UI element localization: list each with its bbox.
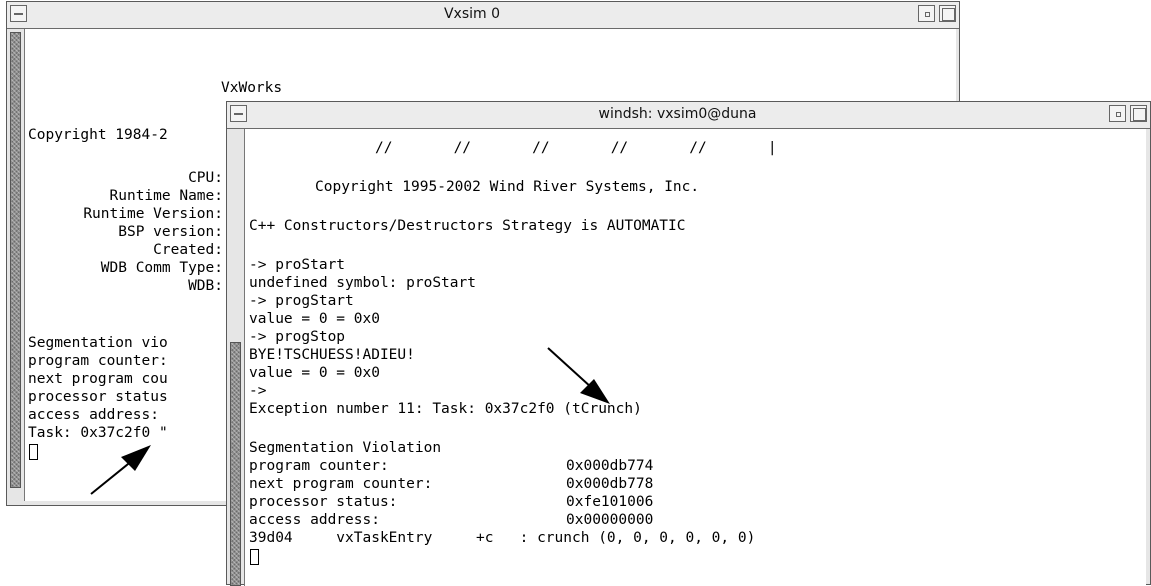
arrow-annotation-icon [90, 445, 151, 495]
console-line: access address: [249, 512, 380, 528]
vxsim-window-title: Vxsim 0 [443, 6, 501, 22]
console-value: 0x00000000 [566, 512, 654, 528]
console-line: value = 0 = 0x0 [249, 365, 380, 381]
console-line: -> proStart [249, 257, 346, 273]
minimize-icon[interactable] [1109, 105, 1126, 122]
console-value: 0x000db778 [566, 476, 654, 492]
console-line: processor status: [249, 494, 398, 510]
windsh-console[interactable]: // // // // // | Copyright 1995-2002 Win… [244, 129, 1146, 586]
console-line: program counter: [28, 353, 168, 369]
windsh-scrollbar[interactable] [230, 342, 241, 586]
console-line: -> [249, 383, 267, 399]
console-line: next program cou [28, 371, 168, 387]
console-label: Runtime Name: [109, 188, 224, 204]
console-value: 0x000db774 [566, 458, 654, 474]
windsh-titlebar[interactable]: windsh: vxsim0@duna [227, 102, 1150, 129]
console-line: -> progStart [249, 293, 354, 309]
vxsim-titlebar[interactable]: Vxsim 0 [7, 2, 959, 29]
maximize-icon[interactable] [1130, 105, 1147, 122]
window-menu-icon[interactable] [10, 5, 27, 22]
console-line: Segmentation Violation [249, 440, 442, 456]
console-line: Copyright 1984-2 [28, 127, 168, 143]
text-cursor [29, 444, 38, 460]
console-line: value = 0 = 0x0 [249, 311, 380, 327]
console-line: BYE!TSCHUESS!ADIEU! [249, 347, 415, 363]
console-line: Copyright 1995-2002 Wind River Systems, … [315, 179, 700, 195]
console-line: processor status [28, 389, 168, 405]
console-label: Runtime Version: [83, 206, 223, 222]
console-line: 39d04 vxTaskEntry +c : crunch (0, 0, 0, … [249, 530, 756, 546]
vxsim-scrollbar[interactable] [10, 32, 21, 488]
console-label: WDB Comm Type: [100, 260, 223, 276]
console-line: access address: [28, 407, 159, 423]
windsh-window-title: windsh: vxsim0@duna [598, 106, 757, 122]
console-label: BSP version: [118, 224, 223, 240]
window-menu-icon[interactable] [230, 105, 247, 122]
console-value: 0xfe101006 [566, 494, 654, 510]
console-line: program counter: [249, 458, 389, 474]
console-line: next program counter: [249, 476, 433, 492]
text-cursor [250, 549, 259, 565]
console-line: C++ Constructors/Destructors Strategy is… [249, 218, 686, 234]
console-line: undefined symbol: proStart [249, 275, 476, 291]
windsh-window[interactable]: windsh: vxsim0@duna // // // // // | Cop… [226, 101, 1151, 586]
console-line: // // // // // | [375, 140, 777, 156]
console-label: Created: [153, 242, 223, 258]
console-label: CPU: [188, 170, 223, 186]
console-line: VxWorks [221, 80, 283, 96]
minimize-icon[interactable] [918, 5, 935, 22]
console-label: WDB: [188, 278, 223, 294]
console-line: -> progStop [249, 329, 346, 345]
arrow-annotation-icon [547, 347, 610, 404]
console-line: Segmentation vio [28, 335, 168, 351]
maximize-icon[interactable] [939, 5, 956, 22]
